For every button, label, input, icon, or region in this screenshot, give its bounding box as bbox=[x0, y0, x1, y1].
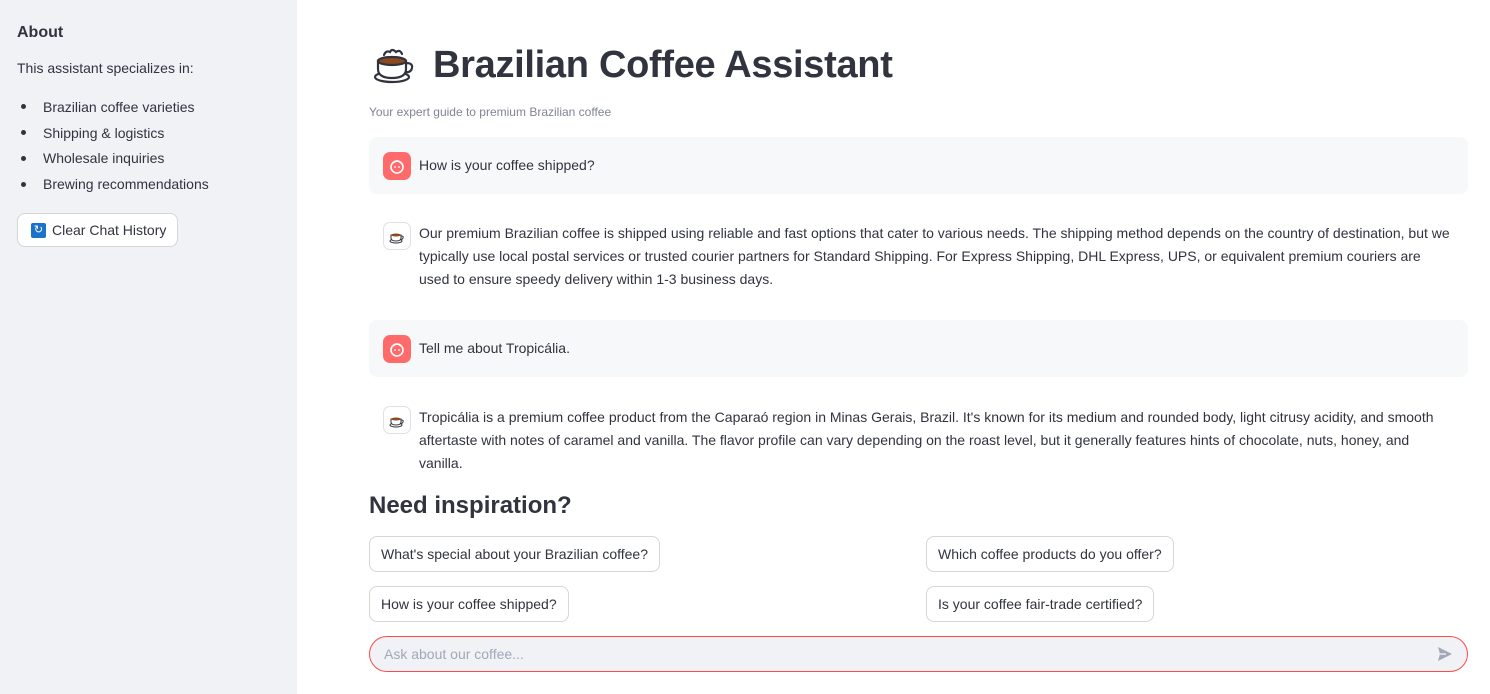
sidebar-intro: This assistant specializes in: bbox=[17, 60, 194, 76]
main-content: Brazilian Coffee Assistant Your expert g… bbox=[369, 0, 1468, 694]
user-message: Tell me about Tropicália. bbox=[369, 320, 1468, 377]
inspiration-heading: Need inspiration? bbox=[369, 492, 572, 519]
list-item: Brazilian coffee varieties bbox=[21, 94, 280, 120]
suggestion-button[interactable]: What's special about your Brazilian coff… bbox=[369, 536, 661, 572]
refresh-icon: ↻ bbox=[31, 222, 46, 238]
assistant-avatar-icon bbox=[383, 406, 411, 434]
page-title: Brazilian Coffee Assistant bbox=[433, 43, 893, 86]
specialty-list: Brazilian coffee varieties Shipping & lo… bbox=[17, 94, 280, 197]
assistant-avatar-icon bbox=[383, 222, 411, 250]
message-text: Tell me about Tropicália. bbox=[419, 340, 570, 356]
user-avatar-icon bbox=[383, 151, 411, 180]
user-message: How is your coffee shipped? bbox=[369, 137, 1468, 194]
list-item: Wholesale inquiries bbox=[21, 146, 280, 172]
assistant-message: Tropicália is a premium coffee product f… bbox=[369, 406, 1468, 475]
suggestion-button[interactable]: Is your coffee fair-trade certified? bbox=[926, 586, 1155, 622]
suggestion-button[interactable]: Which coffee products do you offer? bbox=[926, 536, 1174, 572]
page-caption: Your expert guide to premium Brazilian c… bbox=[369, 105, 612, 119]
chat-input-bar bbox=[369, 636, 1468, 672]
bullet-icon bbox=[21, 104, 26, 110]
message-text: Our premium Brazilian coffee is shipped … bbox=[419, 225, 1450, 287]
list-item: Brewing recommendations bbox=[21, 171, 280, 197]
assistant-message: Our premium Brazilian coffee is shipped … bbox=[369, 222, 1468, 291]
chat-input[interactable] bbox=[384, 646, 1435, 662]
user-avatar-icon bbox=[383, 334, 411, 363]
bullet-icon bbox=[21, 155, 26, 161]
sidebar: About This assistant specializes in: Bra… bbox=[0, 0, 297, 694]
message-text: Tropicália is a premium coffee product f… bbox=[419, 409, 1434, 471]
sidebar-heading: About bbox=[17, 24, 64, 41]
bullet-icon bbox=[21, 181, 26, 187]
list-item: Shipping & logistics bbox=[21, 120, 280, 146]
message-text: How is your coffee shipped? bbox=[419, 157, 595, 173]
bullet-icon bbox=[21, 130, 26, 136]
clear-chat-history-button[interactable]: ↻ Clear Chat History bbox=[17, 213, 179, 248]
page-header: Brazilian Coffee Assistant bbox=[369, 40, 893, 90]
coffee-cup-icon bbox=[369, 40, 419, 90]
clear-chat-history-label: Clear Chat History bbox=[52, 222, 167, 239]
send-icon[interactable] bbox=[1435, 644, 1455, 664]
suggestion-button[interactable]: How is your coffee shipped? bbox=[369, 586, 569, 622]
